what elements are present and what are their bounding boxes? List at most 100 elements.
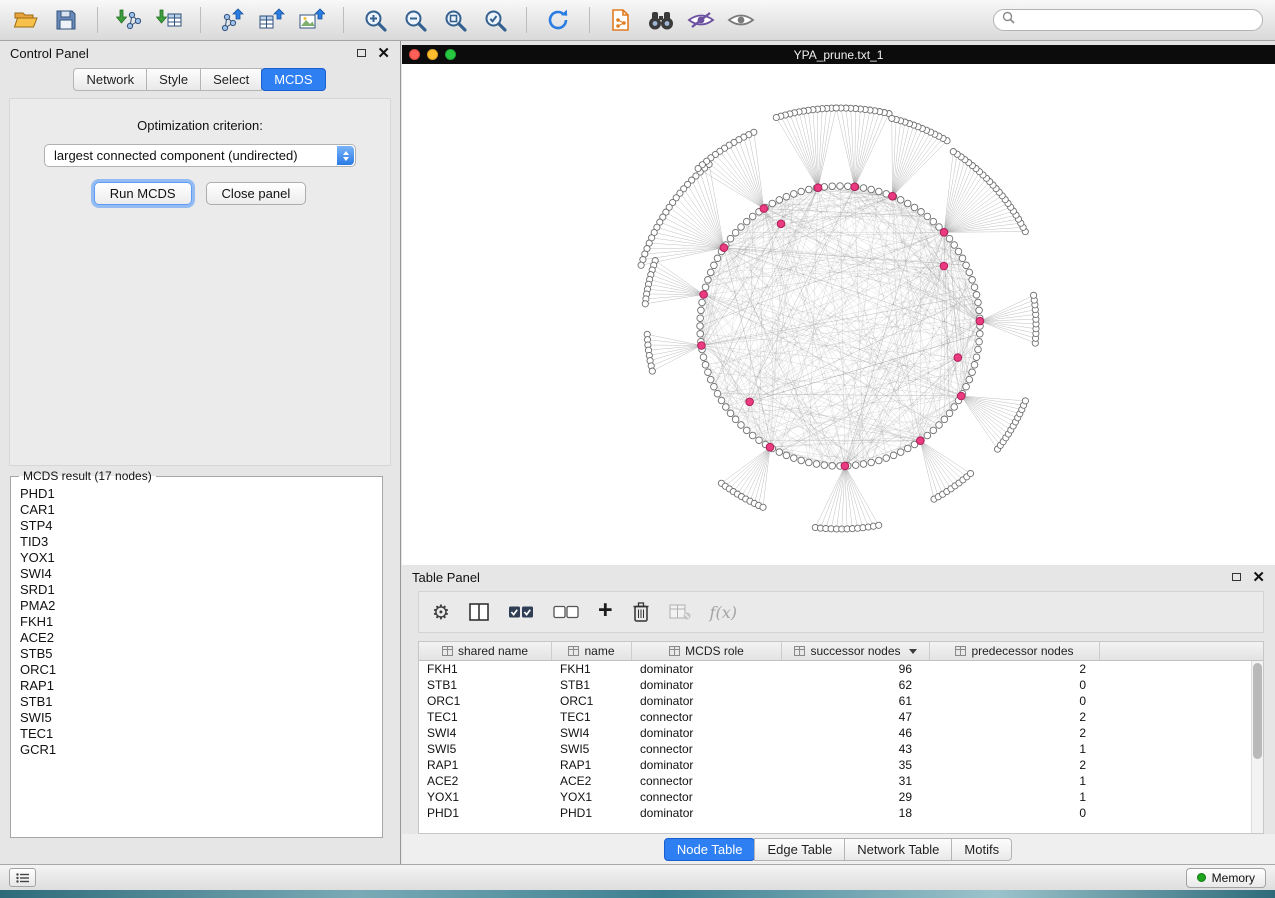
table-row[interactable]: PHD1PHD1dominator180 bbox=[419, 805, 1263, 821]
function-builder-fx-icon[interactable]: f(x) bbox=[710, 598, 737, 626]
table-row[interactable]: FKH1FKH1dominator962 bbox=[419, 661, 1263, 677]
cell-shared-name[interactable]: ACE2 bbox=[419, 774, 552, 788]
float-table-panel-icon[interactable] bbox=[1232, 573, 1241, 581]
float-panel-icon[interactable] bbox=[357, 49, 366, 57]
cell-mcds-role[interactable]: dominator bbox=[632, 726, 782, 740]
cell-name[interactable]: SWI4 bbox=[552, 726, 632, 740]
table-settings-gear-icon[interactable]: ⚙ bbox=[432, 598, 450, 626]
cell-mcds-role[interactable]: connector bbox=[632, 774, 782, 788]
cell-successor-nodes[interactable]: 61 bbox=[782, 694, 930, 708]
cell-name[interactable]: ORC1 bbox=[552, 694, 632, 708]
column-header-shared-name[interactable]: shared name bbox=[419, 642, 552, 660]
close-panel-button[interactable]: Close panel bbox=[206, 182, 307, 205]
cell-predecessor-nodes[interactable]: 0 bbox=[930, 806, 1100, 820]
column-header-successor-nodes[interactable]: successor nodes bbox=[782, 642, 930, 660]
cell-predecessor-nodes[interactable]: 2 bbox=[930, 662, 1100, 676]
import-table-button[interactable] bbox=[155, 6, 183, 34]
zoom-fit-button[interactable] bbox=[441, 6, 469, 34]
table-tab-edge-table[interactable]: Edge Table bbox=[754, 838, 845, 861]
column-header-name[interactable]: name bbox=[552, 642, 632, 660]
cell-name[interactable]: YOX1 bbox=[552, 790, 632, 804]
cell-name[interactable]: TEC1 bbox=[552, 710, 632, 724]
run-mcds-button[interactable]: Run MCDS bbox=[94, 182, 192, 205]
import-network-button[interactable] bbox=[115, 6, 143, 34]
table-row[interactable]: YOX1YOX1connector291 bbox=[419, 789, 1263, 805]
table-tab-network-table[interactable]: Network Table bbox=[844, 838, 952, 861]
mcds-result-item[interactable]: STB1 bbox=[14, 694, 379, 710]
share-document-button[interactable] bbox=[607, 6, 635, 34]
table-row[interactable]: STB1STB1dominator620 bbox=[419, 677, 1263, 693]
cell-predecessor-nodes[interactable]: 2 bbox=[930, 758, 1100, 772]
cell-name[interactable]: PHD1 bbox=[552, 806, 632, 820]
mcds-result-item[interactable]: GCR1 bbox=[14, 742, 379, 758]
cell-mcds-role[interactable]: dominator bbox=[632, 758, 782, 772]
delete-column-trash-icon[interactable] bbox=[632, 598, 650, 626]
network-canvas[interactable] bbox=[409, 64, 1275, 565]
cell-successor-nodes[interactable]: 96 bbox=[782, 662, 930, 676]
mcds-result-item[interactable]: CAR1 bbox=[14, 502, 379, 518]
control-panel-tab-style[interactable]: Style bbox=[146, 68, 201, 91]
table-tab-motifs[interactable]: Motifs bbox=[951, 838, 1012, 861]
cell-name[interactable]: RAP1 bbox=[552, 758, 632, 772]
mcds-result-item[interactable]: PHD1 bbox=[14, 486, 379, 502]
cell-name[interactable]: STB1 bbox=[552, 678, 632, 692]
table-tab-node-table[interactable]: Node Table bbox=[664, 838, 756, 861]
cell-mcds-role[interactable]: dominator bbox=[632, 662, 782, 676]
cell-successor-nodes[interactable]: 35 bbox=[782, 758, 930, 772]
mcds-result-item[interactable]: ACE2 bbox=[14, 630, 379, 646]
select-all-icon[interactable] bbox=[508, 598, 534, 626]
mcds-result-item[interactable]: RAP1 bbox=[14, 678, 379, 694]
table-row[interactable]: ACE2ACE2connector311 bbox=[419, 773, 1263, 789]
cell-name[interactable]: ACE2 bbox=[552, 774, 632, 788]
mcds-result-item[interactable]: SWI5 bbox=[14, 710, 379, 726]
mcds-result-item[interactable]: YOX1 bbox=[14, 550, 379, 566]
mcds-result-item[interactable]: SWI4 bbox=[14, 566, 379, 582]
mcds-result-item[interactable]: FKH1 bbox=[14, 614, 379, 630]
cell-shared-name[interactable]: SWI4 bbox=[419, 726, 552, 740]
cell-shared-name[interactable]: RAP1 bbox=[419, 758, 552, 772]
memory-button[interactable]: Memory bbox=[1186, 868, 1266, 888]
mcds-result-item[interactable]: SRD1 bbox=[14, 582, 379, 598]
zoom-selected-button[interactable] bbox=[481, 6, 509, 34]
status-menu-button[interactable] bbox=[9, 868, 36, 887]
add-column-plus-icon[interactable]: + bbox=[598, 598, 613, 626]
export-network-button[interactable] bbox=[218, 6, 246, 34]
show-all-eye-button[interactable] bbox=[727, 6, 755, 34]
cell-mcds-role[interactable]: dominator bbox=[632, 694, 782, 708]
unselect-all-icon[interactable] bbox=[553, 598, 579, 626]
cell-predecessor-nodes[interactable]: 2 bbox=[930, 726, 1100, 740]
cell-shared-name[interactable]: PHD1 bbox=[419, 806, 552, 820]
control-panel-tab-mcds[interactable]: MCDS bbox=[261, 68, 325, 91]
export-image-button[interactable] bbox=[298, 6, 326, 34]
cell-mcds-role[interactable]: dominator bbox=[632, 806, 782, 820]
table-row[interactable]: RAP1RAP1dominator352 bbox=[419, 757, 1263, 773]
show-columns-icon[interactable] bbox=[469, 598, 489, 626]
cell-successor-nodes[interactable]: 29 bbox=[782, 790, 930, 804]
cell-successor-nodes[interactable]: 47 bbox=[782, 710, 930, 724]
cell-predecessor-nodes[interactable]: 1 bbox=[930, 790, 1100, 804]
refresh-icon[interactable] bbox=[544, 6, 572, 34]
hide-selected-eye-slash-button[interactable] bbox=[687, 6, 715, 34]
column-header-MCDS-role[interactable]: MCDS role bbox=[632, 642, 782, 660]
cell-shared-name[interactable]: TEC1 bbox=[419, 710, 552, 724]
cell-mcds-role[interactable]: connector bbox=[632, 710, 782, 724]
cell-predecessor-nodes[interactable]: 1 bbox=[930, 742, 1100, 756]
cell-successor-nodes[interactable]: 46 bbox=[782, 726, 930, 740]
mcds-result-item[interactable]: STP4 bbox=[14, 518, 379, 534]
control-panel-tab-network[interactable]: Network bbox=[73, 68, 147, 91]
table-scrollbar-thumb[interactable] bbox=[1253, 663, 1262, 759]
zoom-in-button[interactable] bbox=[361, 6, 389, 34]
open-session-button[interactable] bbox=[12, 6, 40, 34]
table-row[interactable]: ORC1ORC1dominator610 bbox=[419, 693, 1263, 709]
export-table-button[interactable] bbox=[258, 6, 286, 34]
cell-predecessor-nodes[interactable]: 0 bbox=[930, 678, 1100, 692]
cell-name[interactable]: FKH1 bbox=[552, 662, 632, 676]
close-panel-icon[interactable]: ✕ bbox=[377, 46, 390, 61]
save-session-button[interactable] bbox=[52, 6, 80, 34]
table-row[interactable]: TEC1TEC1connector472 bbox=[419, 709, 1263, 725]
cell-shared-name[interactable]: ORC1 bbox=[419, 694, 552, 708]
table-row[interactable]: SWI4SWI4dominator462 bbox=[419, 725, 1263, 741]
cell-shared-name[interactable]: FKH1 bbox=[419, 662, 552, 676]
cell-name[interactable]: SWI5 bbox=[552, 742, 632, 756]
control-panel-tab-select[interactable]: Select bbox=[200, 68, 262, 91]
